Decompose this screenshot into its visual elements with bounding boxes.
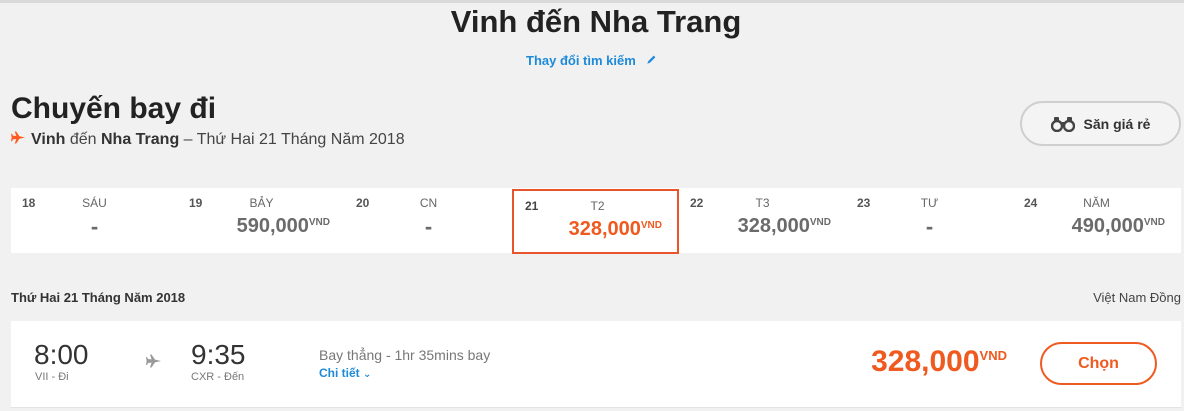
- page-title: Vinh đến Nha Trang: [450, 4, 742, 39]
- day-price: 590,000VND: [237, 215, 330, 238]
- day-price-amount: 590,000: [236, 215, 309, 237]
- plane-icon: [11, 131, 26, 149]
- chevron-down-icon: ⌄: [363, 369, 372, 380]
- flight-result-card: 8:00 VII - Đi 9:35 CXR - Đến Bay thẳng -…: [11, 321, 1181, 408]
- weekday-label: T2: [590, 199, 605, 213]
- day-price-amount: 328,000: [568, 218, 641, 240]
- change-search-label: Thay đổi tìm kiếm: [526, 53, 636, 68]
- day-price: 328,000VND: [738, 215, 831, 238]
- date-cell-23[interactable]: 23 TƯ -: [846, 188, 1013, 253]
- currency-code: VND: [308, 217, 330, 228]
- date-cell-18[interactable]: 18 SÁU -: [11, 188, 178, 253]
- no-price: -: [90, 214, 99, 239]
- flight-info: Bay thẳng - 1hr 35mins bay: [319, 347, 491, 363]
- flight-price: 328,000VND: [871, 345, 1007, 379]
- weekday-label: BẢY: [249, 196, 274, 210]
- day-price-amount: 328,000: [737, 215, 810, 237]
- weekday-label: SÁU: [82, 196, 107, 210]
- deal-hunt-button[interactable]: Săn giá rẻ: [1020, 101, 1181, 146]
- date-price-strip: 18 SÁU - 19 BẢY 590,000VND 20 CN - 21 T2…: [11, 188, 1181, 254]
- top-divider: [0, 0, 1184, 3]
- date-cell-20[interactable]: 20 CN -: [345, 188, 512, 253]
- origin-city: Vinh: [31, 131, 66, 148]
- currency-code: VND: [640, 220, 662, 231]
- plane-icon: [146, 351, 162, 374]
- weekday-label: T3: [755, 196, 770, 210]
- destination-city: Nha Trang: [100, 131, 180, 148]
- date-cell-19[interactable]: 19 BẢY 590,000VND: [178, 188, 345, 253]
- change-search-link[interactable]: Thay đổi tìm kiếm: [526, 53, 657, 68]
- day-price: 490,000VND: [1072, 215, 1165, 238]
- date-cell-22[interactable]: 22 T3 328,000VND: [679, 188, 846, 253]
- no-price: -: [925, 214, 934, 239]
- weekday-label: TƯ: [920, 196, 939, 210]
- arrival-airport: CXR - Đến: [191, 371, 245, 383]
- date-cell-24[interactable]: 24 NĂM 490,000VND: [1013, 188, 1180, 253]
- deal-hunt-label: Săn giá rẻ: [1083, 115, 1151, 132]
- weekday-label: NĂM: [1083, 196, 1110, 210]
- day-price: 328,000VND: [569, 218, 662, 241]
- route-connector: đến: [69, 131, 97, 148]
- outbound-route-summary: Vinh đến Nha Trang – Thứ Hai 21 Tháng Nă…: [11, 131, 405, 149]
- day-price-amount: 490,000: [1071, 215, 1144, 237]
- date-cell-21-selected[interactable]: 21 T2 328,000VND: [512, 189, 679, 254]
- departure-airport: VII - Đi: [35, 371, 69, 383]
- currency-code: VND: [1143, 217, 1165, 228]
- departure-time: 8:00: [34, 339, 89, 370]
- outbound-date: – Thứ Hai 21 Tháng Năm 2018: [183, 131, 405, 148]
- outbound-section-title: Chuyến bay đi: [11, 92, 217, 125]
- no-price: -: [424, 214, 433, 239]
- flight-price-currency: VND: [979, 348, 1007, 363]
- pencil-icon: [646, 53, 657, 68]
- arrival-time: 9:35: [191, 339, 246, 370]
- currency-selector[interactable]: Việt Nam Đồng: [1093, 290, 1181, 305]
- results-date-heading: Thứ Hai 21 Tháng Năm 2018: [11, 290, 186, 305]
- currency-code: VND: [809, 217, 831, 228]
- weekday-label: CN: [419, 196, 438, 210]
- binoculars-icon: [1050, 116, 1075, 132]
- details-label: Chi tiết: [319, 366, 360, 380]
- select-flight-button[interactable]: Chọn: [1040, 342, 1157, 385]
- details-link[interactable]: Chi tiết ⌄: [319, 366, 371, 380]
- flight-price-amount: 328,000: [871, 345, 980, 378]
